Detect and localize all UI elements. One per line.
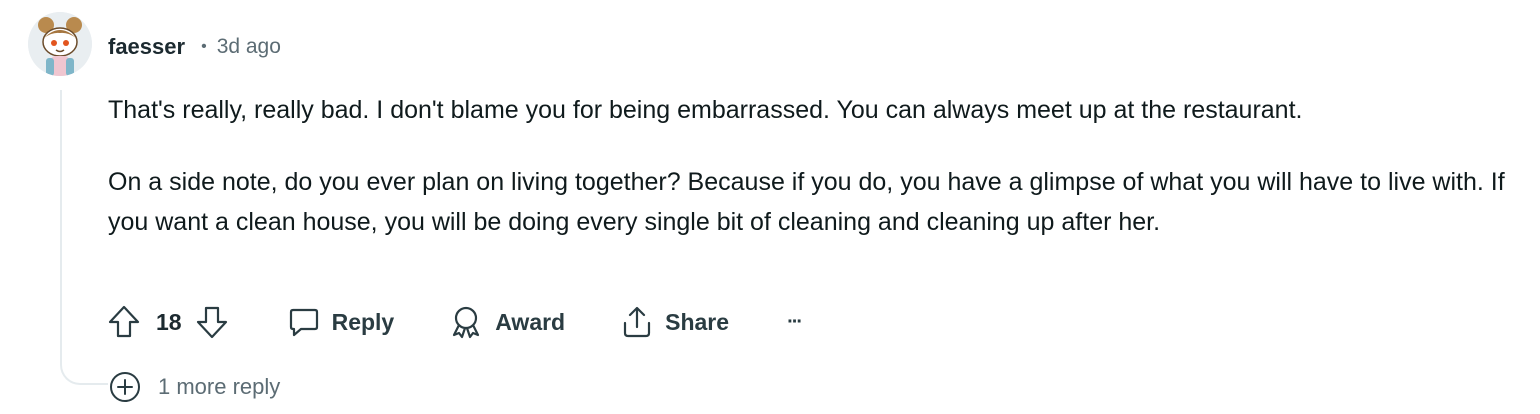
vote-controls: 18 [108,305,228,339]
reply-label: Reply [331,308,395,335]
meta-separator: • [201,38,207,55]
more-replies-link[interactable]: 1 more reply [108,370,280,404]
comment-header: faesser • 3d ago [108,32,281,62]
username[interactable]: faesser [108,34,185,60]
downvote-arrow-icon[interactable] [196,305,228,339]
vote-count: 18 [156,308,182,335]
comment-age[interactable]: 3d ago [217,35,281,59]
award-ribbon-icon [453,306,480,339]
share-upload-icon [624,306,651,338]
comment-paragraph: That's really, really bad. I don't blame… [108,96,1303,124]
comment-actions: 18 Reply Award Share ··· [108,302,803,342]
comment-paragraph: On a side note, do you ever plan on livi… [108,168,1505,236]
award-button[interactable]: Award [449,305,565,339]
snoo-avatar-icon [28,12,92,76]
more-replies-label: 1 more reply [158,374,281,399]
upvote-arrow-icon[interactable] [108,305,140,339]
reply-button[interactable]: Reply [288,306,395,338]
thread-line[interactable] [60,90,62,365]
more-options-icon: ··· [787,310,803,333]
share-button[interactable]: Share [621,305,729,339]
comment-body: That's really, really bad. I don't blame… [108,90,1518,242]
plus-circle-icon [110,372,140,402]
more-options-button[interactable]: ··· [787,310,803,334]
share-label: Share [665,308,730,335]
thread-connector [60,345,108,385]
avatar[interactable] [28,12,92,76]
award-label: Award [495,308,566,335]
speech-bubble-icon [289,308,318,337]
